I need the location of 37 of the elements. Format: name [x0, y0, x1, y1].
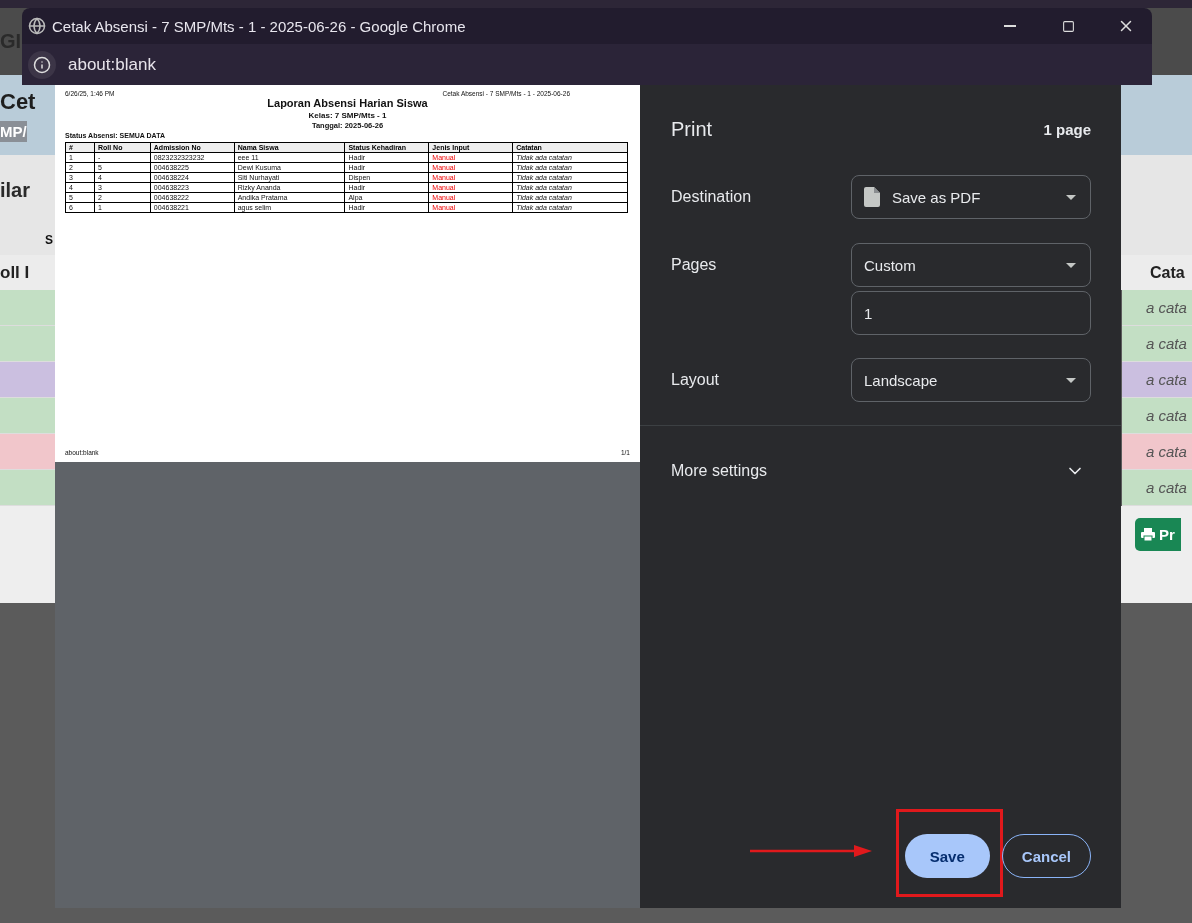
class-badge: MP/	[0, 120, 27, 142]
print-title: Print	[671, 117, 713, 141]
table-cell: a cata	[1122, 326, 1192, 362]
select-field[interactable]: Landscape	[851, 358, 1091, 402]
input-field[interactable]: 1	[851, 291, 1091, 335]
setting-label: Destination	[671, 187, 753, 207]
banner-title: Cet	[0, 88, 36, 115]
select-field[interactable]: Save as PDF	[851, 175, 1091, 219]
subheading: S	[45, 233, 53, 247]
select-field[interactable]: Custom	[851, 243, 1091, 287]
table-cell: a cata	[1122, 470, 1192, 506]
globe-icon	[28, 17, 46, 35]
section-heading: ilar	[0, 178, 31, 202]
report-heading: Laporan Absensi Harian Siswa	[266, 97, 429, 109]
site-info-button[interactable]	[28, 50, 56, 79]
table-cell: a cata	[1122, 434, 1192, 470]
address-text: about:blank	[68, 54, 156, 75]
table-cell: a cata	[1122, 290, 1192, 326]
more-settings-toggle[interactable]: More settings	[640, 448, 1121, 494]
table-cell: a cata	[1122, 398, 1192, 434]
setting-label: Layout	[671, 370, 721, 390]
maximize-icon	[1061, 19, 1075, 33]
dropdown-caret-icon	[1066, 377, 1076, 383]
save-button[interactable]: Save	[904, 834, 990, 878]
setting-label: Pages	[671, 255, 718, 275]
page-count: 1 page	[1043, 120, 1091, 138]
printer-icon	[1141, 528, 1155, 541]
table-cell: a cata	[1122, 362, 1192, 398]
column-header: Cata	[1150, 263, 1185, 282]
info-icon	[33, 55, 51, 74]
print-button[interactable]: Pr	[1135, 518, 1181, 551]
column-header: oll I	[0, 262, 30, 283]
dropdown-caret-icon	[1066, 262, 1076, 268]
window-title: Cetak Absensi - 7 SMP/Mts - 1 - 2025-06-26 - Google Chrome	[52, 17, 467, 35]
class-line: Kelas: 7 SMP/Mts - 1	[307, 111, 388, 120]
minimize-icon	[1004, 25, 1016, 27]
dropdown-caret-icon	[1066, 194, 1076, 200]
